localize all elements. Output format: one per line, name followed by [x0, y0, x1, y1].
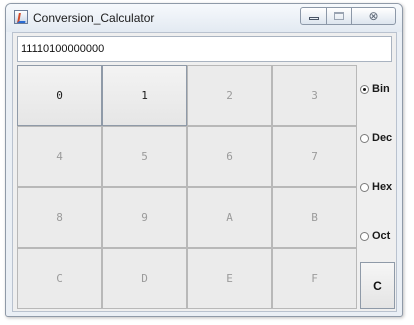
radio-label: Hex — [372, 181, 393, 193]
minimize-button[interactable] — [300, 7, 327, 25]
radio-button-icon[interactable] — [360, 84, 369, 94]
key-1-button[interactable]: 1 — [102, 65, 187, 126]
key-0-button[interactable]: 0 — [17, 65, 102, 126]
radio-button-icon[interactable] — [360, 231, 369, 241]
key-7-button[interactable]: 7 — [272, 126, 357, 187]
key-c-button[interactable]: C — [17, 248, 102, 309]
window-title: Conversion_Calculator — [33, 11, 155, 25]
radio-hex[interactable]: Hex — [360, 181, 392, 193]
key-a-button[interactable]: A — [187, 187, 272, 248]
key-9-button[interactable]: 9 — [102, 187, 187, 248]
radio-oct[interactable]: Oct — [360, 230, 390, 242]
key-e-button[interactable]: E — [187, 248, 272, 309]
radio-bin[interactable]: Bin — [360, 83, 390, 95]
key-2-button[interactable]: 2 — [187, 65, 272, 126]
radio-label: Dec — [372, 132, 393, 144]
calculator-panel: 11110100000000 0123456789ABCDEF Bin Dec He… — [12, 32, 397, 312]
radio-button-icon[interactable] — [360, 133, 369, 143]
radio-button-icon[interactable] — [360, 182, 369, 192]
radio-label: Oct — [372, 230, 391, 242]
maximize-button[interactable] — [327, 7, 352, 25]
close-button[interactable]: ⊗ — [352, 7, 396, 25]
key-3-button[interactable]: 3 — [272, 65, 357, 126]
maximize-icon — [334, 12, 344, 20]
title-bar[interactable]: Conversion_Calculator ⊗ — [6, 4, 402, 32]
key-5-button[interactable]: 5 — [102, 126, 187, 187]
keypad: 0123 4567 89AB CDEF — [17, 65, 357, 309]
clear-button[interactable]: C — [360, 262, 395, 309]
radio-dec[interactable]: Dec — [360, 132, 392, 144]
calculator-window: Conversion_Calculator ⊗ 11110100000000 0… — [5, 3, 403, 317]
close-icon: ⊗ — [368, 9, 379, 23]
key-4-button[interactable]: 4 — [17, 126, 102, 187]
window-controls: ⊗ — [300, 7, 396, 27]
number-display-field[interactable]: 11110100000000 — [17, 36, 392, 62]
minimize-icon — [309, 17, 319, 20]
radio-label: Bin — [372, 83, 390, 95]
java-app-icon — [14, 10, 28, 24]
key-d-button[interactable]: D — [102, 248, 187, 309]
key-8-button[interactable]: 8 — [17, 187, 102, 248]
key-f-button[interactable]: F — [272, 248, 357, 309]
key-b-button[interactable]: B — [272, 187, 357, 248]
base-mode-group: Bin Dec Hex Oct — [360, 65, 396, 251]
key-6-button[interactable]: 6 — [187, 126, 272, 187]
